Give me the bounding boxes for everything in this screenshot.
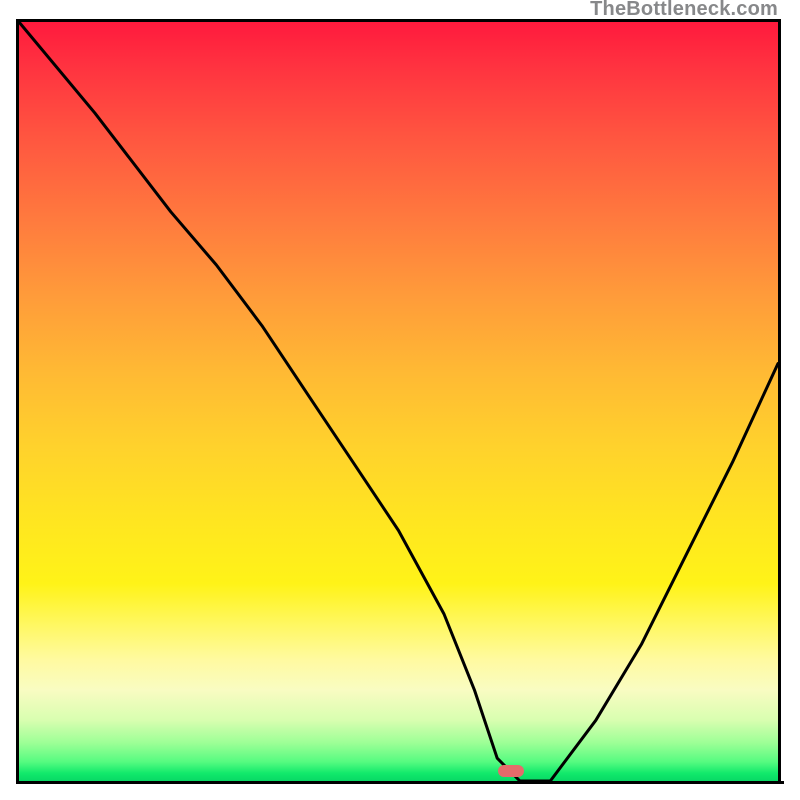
optimal-marker xyxy=(498,765,524,777)
watermark-text: TheBottleneck.com xyxy=(590,0,778,21)
curve-layer xyxy=(19,22,778,781)
plot-area xyxy=(19,19,781,781)
chart-container: TheBottleneck.com xyxy=(0,0,800,800)
x-axis xyxy=(16,781,784,784)
bottleneck-curve xyxy=(19,22,778,781)
y-axis xyxy=(16,19,19,784)
